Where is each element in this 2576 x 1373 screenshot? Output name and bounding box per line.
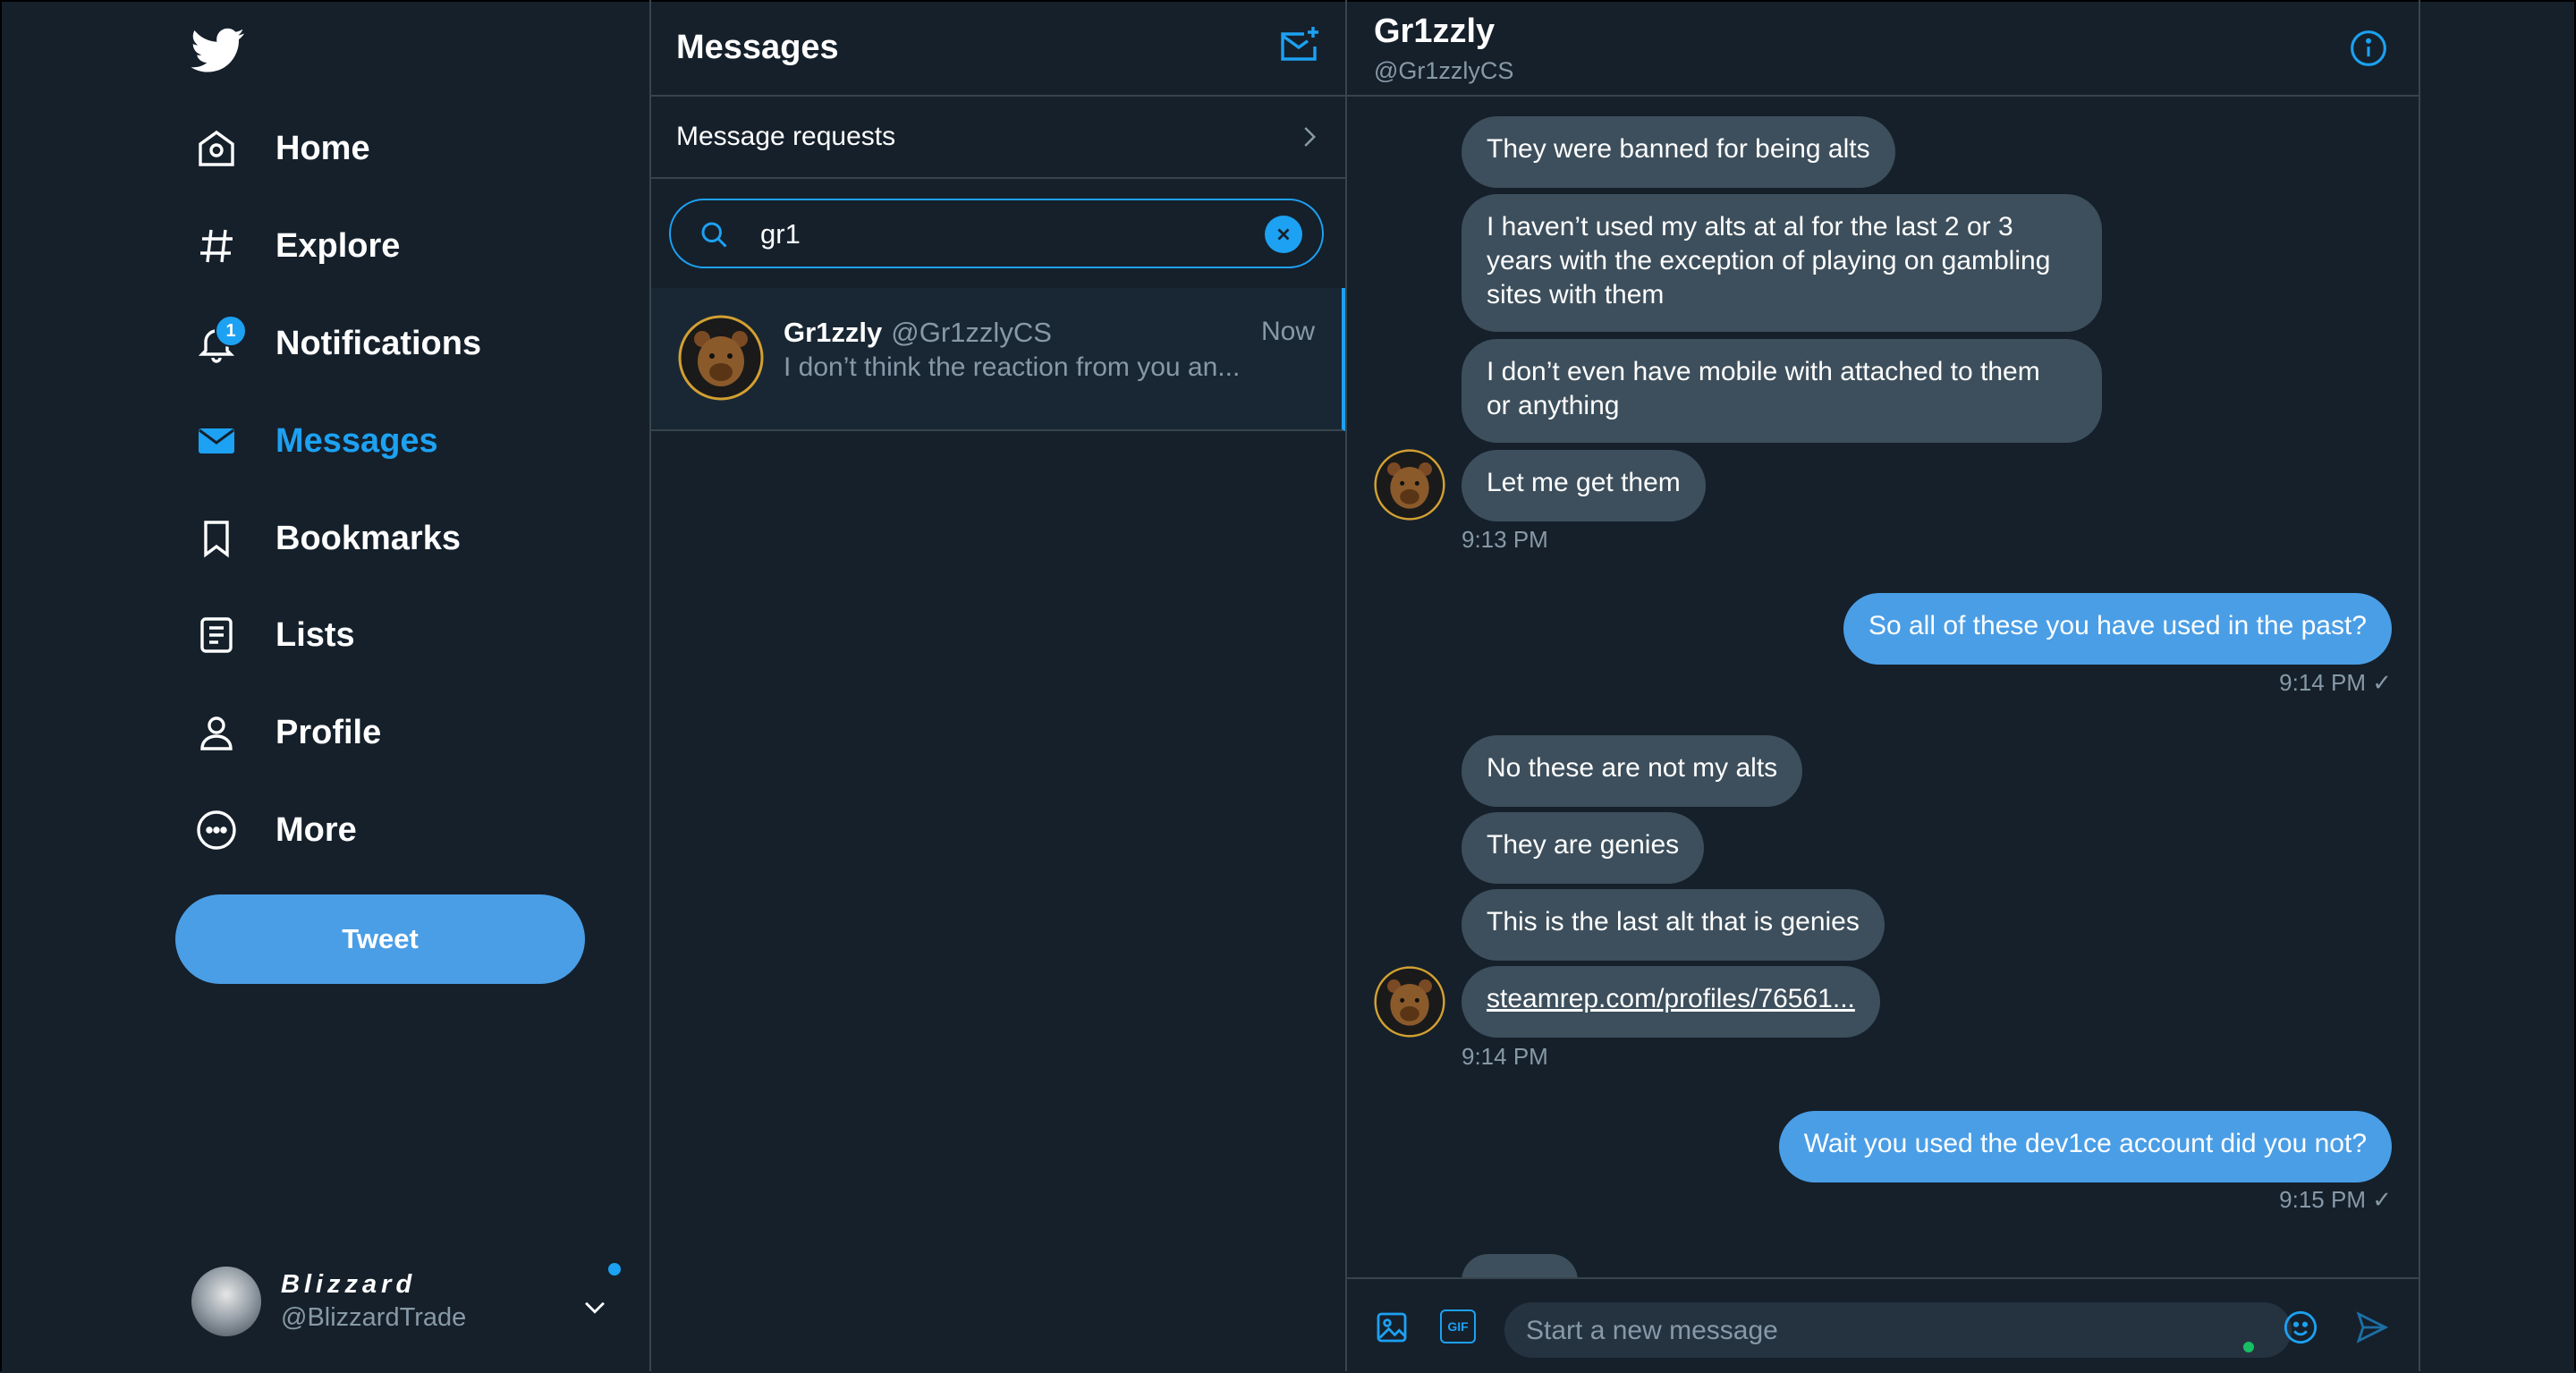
tweet-button[interactable]: Tweet: [175, 894, 585, 984]
nav-item-bookmarks[interactable]: Bookmarks: [193, 503, 461, 574]
account-name: Blizzard: [281, 1270, 417, 1299]
nav-item-home[interactable]: Home: [193, 113, 370, 184]
message-requests-label: Message requests: [676, 122, 896, 151]
message-text: or anything: [1487, 391, 1620, 420]
nav-label-bookmarks: Bookmarks: [275, 519, 461, 557]
avatar: [191, 1267, 261, 1336]
message-text: I don’t even have mobile with attached t…: [1487, 357, 2040, 386]
message-bubble[interactable]: This is the last alt that is genies: [1462, 889, 1885, 961]
status-dot: [2243, 1342, 2254, 1352]
unread-dot: [608, 1263, 621, 1276]
message-text: sites with them: [1487, 280, 1665, 309]
message-text: years with the exception of playing on g…: [1487, 246, 2051, 275]
message-bubble[interactable]: I haven’t used my alts at al for the las…: [1462, 194, 2102, 332]
message-text: They are genies: [1487, 830, 1680, 860]
conversation-handle: @Gr1zzlyCS: [891, 317, 1052, 348]
bookmark-icon: [193, 515, 240, 562]
envelope-icon: [193, 418, 240, 464]
compose-message-icon[interactable]: [1277, 25, 1320, 72]
search-input[interactable]: [758, 213, 1263, 256]
twitter-logo-icon[interactable]: [191, 23, 245, 77]
image-icon[interactable]: [1374, 1309, 1410, 1350]
nav-label-messages: Messages: [275, 421, 438, 460]
nav-label-lists: Lists: [275, 615, 355, 654]
home-icon: [193, 125, 240, 172]
bell-icon: 1: [193, 315, 247, 367]
nav-label-home: Home: [275, 129, 370, 167]
conversation-name: Gr1zzly: [784, 317, 883, 348]
nav-item-explore[interactable]: Explore: [193, 210, 400, 282]
message-timestamp: 9:14 PM ✓: [2279, 669, 2392, 696]
message-input[interactable]: [1524, 1309, 2207, 1352]
info-icon[interactable]: [2349, 29, 2388, 72]
conversation-header: Gr1zzly @Gr1zzlyCS: [1347, 0, 2419, 97]
search-box: [669, 199, 1324, 268]
message-bubble[interactable]: I don’t even have mobile with attached t…: [1462, 339, 2102, 443]
notification-badge: 1: [215, 315, 247, 347]
chevron-right-icon: [1295, 123, 1322, 155]
conversation-subtitle: @Gr1zzlyCS: [1374, 57, 1514, 84]
message-timestamp: 9:13 PM: [1462, 526, 1548, 553]
hashtag-icon: [193, 223, 240, 269]
message-requests-row[interactable]: Message requests: [651, 97, 1345, 179]
page-title: Messages: [676, 29, 839, 66]
message-text: Wait you used the dev1ce account did you…: [1803, 1129, 2367, 1158]
message-text: They were banned for being alts: [1487, 134, 1870, 164]
conversation-snippet: I don’t think the reaction from you an..…: [784, 352, 1241, 382]
message-text: This is the last alt that is genies: [1487, 907, 1860, 937]
list-icon: [193, 612, 240, 658]
messages-header: Messages: [651, 0, 1345, 97]
emoji-icon[interactable]: [2283, 1309, 2318, 1350]
messages-panel: Messages Message requests Gr1: [651, 0, 1345, 1371]
conversation-item[interactable]: Gr1zzly @Gr1zzlyCS Now I don’t think the …: [651, 288, 1345, 431]
avatar: [1374, 966, 1445, 1038]
avatar: [678, 315, 764, 401]
message-bubble[interactable]: They are genies: [1462, 812, 1705, 884]
nav-label-notifications: Notifications: [275, 324, 482, 362]
conversation-title: Gr1zzly: [1374, 13, 1496, 50]
avatar: [1374, 449, 1445, 521]
send-icon[interactable]: [2354, 1309, 2390, 1350]
primary-navigation: Home Explore 1 Notifications Messages Bo…: [0, 0, 649, 1371]
message-bubble[interactable]: Let me get them: [1462, 450, 1706, 521]
message-bubble[interactable]: They were banned for being alts: [1462, 116, 1895, 188]
message-timestamp: 9:14 PM: [1462, 1043, 1548, 1070]
message-field: [1504, 1302, 2292, 1358]
account-handle: @BlizzardTrade: [281, 1303, 467, 1332]
nav-item-profile[interactable]: Profile: [193, 697, 381, 768]
message-bubble[interactable]: No these are not my alts: [1462, 735, 1803, 807]
message-bubble[interactable]: Wait you used the dev1ce account did you…: [1778, 1111, 2392, 1182]
message-text: I haven’t used my alts at al for the las…: [1487, 212, 2013, 242]
conversation-panel: Gr1zzly @Gr1zzlyCS They were banned for …: [1347, 0, 2419, 1373]
message-timestamp: 9:15 PM ✓: [2279, 1186, 2392, 1213]
message-bubble[interactable]: So all of these you have used in the pas…: [1843, 593, 2392, 665]
message-link[interactable]: steamrep.com/profiles/76561...: [1462, 966, 1880, 1038]
message-text: No these are not my alts: [1487, 753, 1778, 783]
nav-label-more: More: [275, 810, 357, 849]
message-composer: GIF: [1347, 1277, 2419, 1373]
nav-label-explore: Explore: [275, 226, 401, 265]
nav-item-notifications[interactable]: 1 Notifications: [193, 308, 481, 379]
more-icon: [193, 807, 240, 853]
gif-icon[interactable]: GIF: [1440, 1309, 1476, 1343]
conversation-time: Now: [1260, 317, 1315, 346]
chevron-down-icon: [580, 1292, 610, 1326]
nav-item-more[interactable]: More: [193, 794, 357, 866]
message-text: steamrep.com/profiles/76561...: [1487, 984, 1855, 1013]
message-text: Let me get them: [1487, 468, 1681, 497]
search-icon: [698, 218, 730, 255]
nav-item-lists[interactable]: Lists: [193, 599, 355, 671]
person-icon: [193, 709, 240, 756]
clear-search-icon[interactable]: [1265, 216, 1302, 253]
account-switcher[interactable]: Blizzard @BlizzardTrade: [191, 1263, 621, 1340]
nav-item-messages[interactable]: Messages: [193, 405, 438, 477]
message-text: So all of these you have used in the pas…: [1868, 611, 2367, 640]
nav-label-profile: Profile: [275, 713, 382, 751]
